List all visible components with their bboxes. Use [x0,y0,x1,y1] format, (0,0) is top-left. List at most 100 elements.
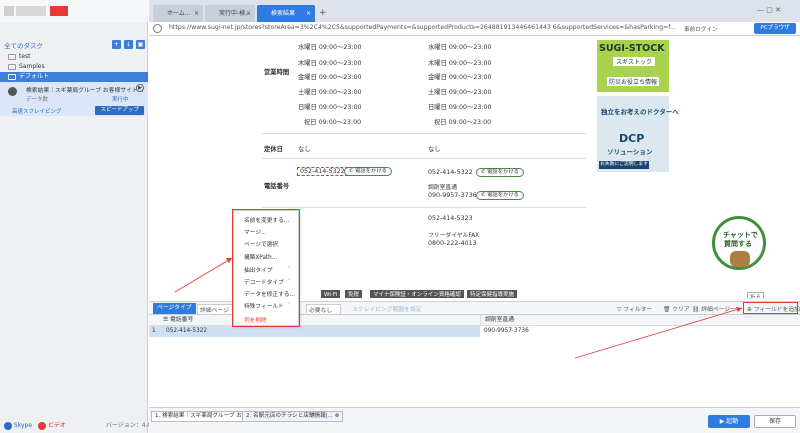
left-sidebar: 全てのタスク + ↓ ▣ test Samples デフォルト 検索結果｜スギ薬… [0,0,157,433]
call-button[interactable]: ✆ 電話をかける [344,167,392,176]
status-bar: 1. 検索結果｜スギ薬局グループ お... 2. 名駅元店のチラシと店舗情報|.… [149,407,800,433]
clear-button[interactable]: 🗑 クリア [663,304,690,313]
url-field[interactable]: https://www.sugi-net.jp/stores?storeArea… [169,24,676,31]
hours-label: 営業時間 [264,69,290,76]
tax-free-badge: 免税 [345,290,363,298]
divider [261,133,587,134]
my-number-badge: マイナ保険証・オンライン資格確認 [370,290,464,298]
ad2-brand: DCP [619,132,645,145]
chat-bubble[interactable]: チャットで 質問する [712,216,766,270]
folder-add-icon[interactable]: ▣ [136,40,145,49]
step-tab-2[interactable]: 2. 名駅元店のチラシと店舗情報|... ⊗ [242,411,344,422]
hours-col1-fri: 金曜日 09:00〜23:00 [298,74,362,81]
save-button[interactable]: 保存 [754,415,796,428]
robot-icon [8,87,17,96]
holiday-label: 定休日 [264,146,283,153]
close-icon[interactable]: × [246,5,251,22]
logo-bar [0,0,148,22]
free-fax-label: フリーダイヤルFAX [428,233,480,239]
ad2-foot: お失敗にご説明します [599,161,649,169]
fold-button[interactable]: 折る [747,292,765,298]
fax-number: 052-414-5323 [428,215,473,222]
sidebar-footer: Skype ビデオ バージョン：4.0.2 [4,420,157,430]
call-button[interactable]: ✆ 電話をかける [476,191,524,200]
holiday-col1: なし [298,146,311,153]
import-icon[interactable]: ↓ [124,40,133,49]
divider [261,207,587,208]
ad-title: SUGI-STOCK [599,43,665,54]
fast-scrape-label: 高速スクレイピング [12,109,62,115]
dispense-label: 調剤室直通 [428,185,457,191]
column-header-dispense[interactable]: 調剤室直通 [480,315,514,326]
data-grid: ☰ 電話番号 調剤室直通 1 052-414-5322 090-9957-373… [149,315,800,407]
trash-icon: 🗑 [663,307,673,313]
hours-col2-thu: 木曜日 09:00〜23:00 [428,60,492,67]
window-controls[interactable]: — ▢ ✕ [757,6,781,14]
pc-browser-button[interactable]: PCブラウザ [754,23,796,34]
detail-page-button[interactable]: ⛓ 詳細ページ一 [692,304,736,313]
ad-tag: 防災お役立ち情報 [607,77,660,86]
page-type-button[interactable]: ページタイプ [153,303,196,314]
speed-up-button[interactable]: スピードアップ [95,106,144,115]
task-card[interactable]: 検索結果｜スギ薬局グループ お客様サイト... ▶ データ数 実行中 高速スクレ… [0,82,148,116]
account-badge [50,6,68,16]
step-tab-1[interactable]: 1. 検索結果｜スギ薬局グループ お... [151,411,252,422]
hours-col2-sat: 土曜日 09:00〜23:00 [428,89,492,96]
tree-item-test[interactable]: test [0,52,148,62]
hours-col2-wed: 水曜日 09:00〜23:00 [428,44,492,51]
ad2-sub: ソリューション [607,148,653,156]
reload-icon[interactable] [153,24,162,33]
task-title: 検索結果｜スギ薬局グループ お客様サイト... [26,88,144,94]
dcp-ad[interactable]: 独立をお考えのドクターへ DCP ソリューション お失敗にご説明します [597,96,679,172]
phone-label: 電話番号 [264,183,290,190]
skype-link[interactable]: Skype [14,422,32,429]
phone-col1-selected[interactable]: 052-414-5322 [297,167,348,176]
video-icon [37,421,46,430]
hours-col1-sun: 日曜日 09:00〜23:00 [298,104,362,111]
close-icon[interactable]: × [306,5,311,22]
cell-dispense[interactable]: 090-9957-3736 [480,326,800,337]
mascot-icon [730,251,750,267]
add-tab-icon[interactable]: + [319,8,327,18]
row-index: 1 [152,328,156,334]
task-list-header: 全てのタスク + ↓ ▣ [0,38,148,52]
new-task-icon[interactable]: + [112,40,121,49]
ad2-text: 独立をお考えのドクターへ [601,108,679,116]
ad-sub: スギストック [613,57,656,66]
folder-icon [8,53,16,60]
video-link[interactable]: ビデオ [48,422,66,429]
tree-item-default[interactable]: デフォルト [0,72,148,82]
cell-phone[interactable]: 052-414-5322 [166,326,207,337]
hours-col1-sat: 土曜日 09:00〜23:00 [298,89,362,96]
tab-home[interactable]: ホーム... × [153,5,203,22]
menu-icon: ☰ [163,317,171,323]
free-fax-number: 0800-222-4013 [428,240,477,247]
holiday-col2: なし [428,146,441,153]
hours-col1-thu: 木曜日 09:00〜23:00 [298,60,362,67]
scrape-range-link[interactable]: スクレイピング範囲を設定 [352,304,422,313]
link-icon: ⛓ [692,307,702,313]
not-needed-select[interactable]: 必要なし [306,304,342,315]
add-field-highlight [743,302,798,314]
health-guidance-badge: 特定保健指導実施 [467,290,518,298]
tree-item-samples[interactable]: Samples [0,62,148,72]
close-icon[interactable]: × [194,5,199,22]
skype-icon [4,421,12,430]
sugi-stock-ad[interactable]: SUGI-STOCK スギストック 防災お役立ち情報 [597,40,669,92]
chat-line2: 質問する [724,240,752,248]
close-icon[interactable]: ⊗ [335,413,340,419]
call-button[interactable]: ✆ 電話をかける [476,168,524,177]
folder-icon [8,63,16,70]
tab-running[interactable]: 実行中-検... × [205,5,255,22]
play-icon[interactable]: ▶ [136,84,144,92]
hours-col1-wed: 水曜日 09:00〜23:00 [298,44,362,51]
folder-open-icon [8,73,16,80]
pre-login-button[interactable]: 事前ログイン [684,25,718,33]
tab-search-results[interactable]: 検索結果 × [257,5,315,22]
column-header-phone[interactable]: ☰ 電話番号 [163,315,193,326]
browser-tab-bar: ホーム... × 実行中-検... × 検索結果 × + — ▢ ✕ [149,0,800,22]
start-button[interactable]: ▶ 起動 [708,415,750,428]
data-count-label: データ数 [26,97,49,103]
filter-button[interactable]: ▽ フィルター [617,304,652,313]
table-row[interactable]: 1 052-414-5322 090-9957-3736 [149,326,800,337]
